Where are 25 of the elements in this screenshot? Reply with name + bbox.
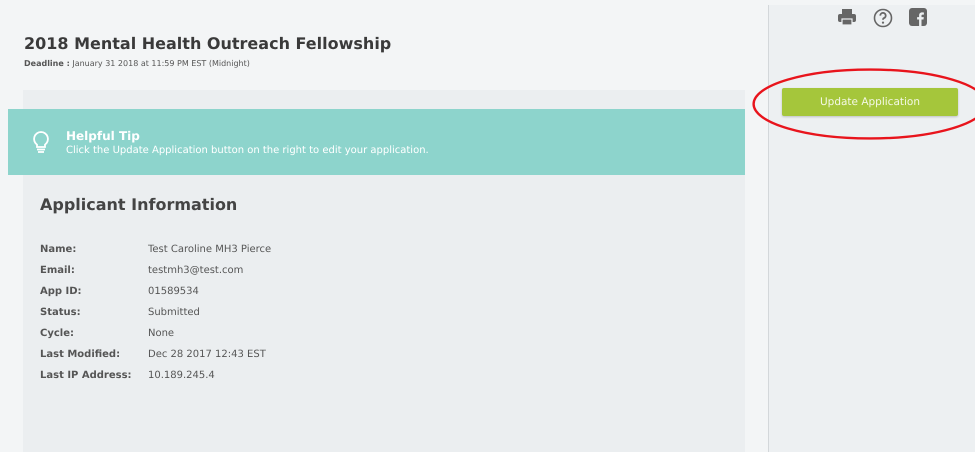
facebook-icon[interactable] [909,8,927,26]
field-label: App ID: [40,286,82,297]
field-label: Status: [40,307,81,318]
printer-icon[interactable] [837,8,857,26]
field-value: Dec 28 2017 12:43 EST [148,349,266,360]
field-label: Email: [40,265,75,276]
lightbulb-icon [32,130,50,154]
field-label: Last Modified: [40,349,120,360]
field-value: Submitted [148,307,200,318]
section-heading: Applicant Information [40,195,238,214]
field-value: 10.189.245.4 [148,370,215,381]
field-label: Cycle: [40,328,74,339]
deadline-date: January 31 2018 at 11:59 PM EST (Midnight) [72,59,250,68]
tip-text: Click the Update Application button on the right to edit your application. [66,144,429,156]
help-icon[interactable] [873,8,893,28]
tip-title: Helpful Tip [66,128,141,142]
page-title: 2018 Mental Health Outreach Fellowship [24,34,392,53]
update-application-button[interactable]: Update Application [782,88,958,116]
field-label: Name: [40,244,76,255]
field-value: testmh3@test.com [148,265,244,276]
field-value: Test Caroline MH3 Pierce [148,244,272,255]
field-value: 01589534 [148,286,199,297]
deadline-label: Deadline : [24,59,70,68]
field-value: None [148,328,174,339]
field-label: Last IP Address: [40,370,132,381]
